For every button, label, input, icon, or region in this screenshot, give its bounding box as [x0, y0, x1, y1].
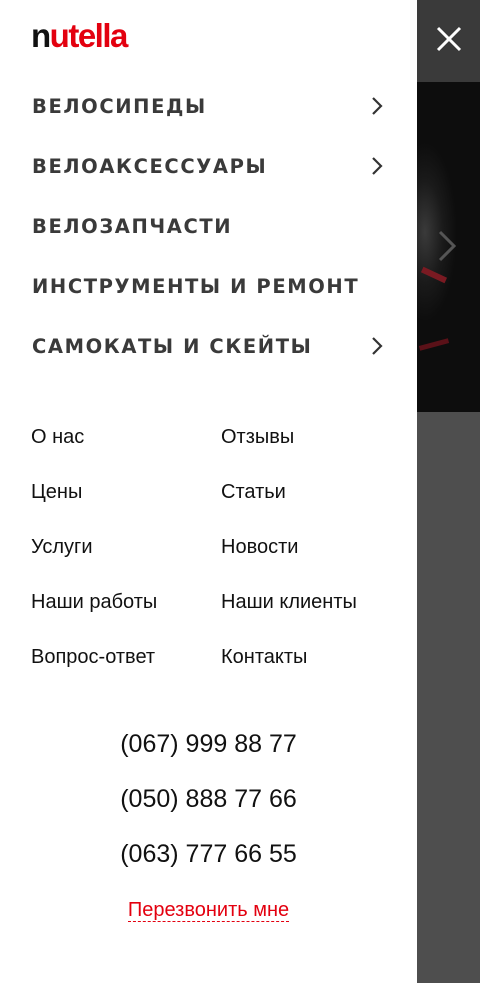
- hero-image-accent: [418, 338, 450, 351]
- phone-number[interactable]: (050) 888 77 66: [0, 784, 417, 814]
- link-faq[interactable]: Вопрос-ответ: [31, 645, 155, 669]
- link-about[interactable]: О нас: [31, 425, 84, 449]
- link-reviews[interactable]: Отзывы: [221, 425, 294, 449]
- link-contacts[interactable]: Контакты: [221, 645, 307, 669]
- category-item-bicycles[interactable]: ВЕЛОСИПЕДЫ: [32, 86, 392, 126]
- link-services[interactable]: Услуги: [31, 535, 93, 559]
- logo-text: utella: [49, 17, 129, 54]
- phone-number[interactable]: (063) 777 66 55: [0, 839, 417, 869]
- callback-link[interactable]: Перезвонить мне: [127, 899, 290, 922]
- link-news[interactable]: Новости: [221, 535, 298, 559]
- category-label: ВЕЛОАКСЕССУАРЫ: [32, 154, 268, 178]
- chevron-right-icon: [372, 157, 383, 175]
- link-prices[interactable]: Цены: [31, 480, 82, 504]
- chevron-right-icon: [372, 337, 383, 355]
- brand-logo[interactable]: nutella: [31, 17, 129, 55]
- category-label: САМОКАТЫ И СКЕЙТЫ: [32, 334, 313, 358]
- category-label: ВЕЛОЗАПЧАСТИ: [32, 214, 233, 238]
- category-item-scooters[interactable]: САМОКАТЫ И СКЕЙТЫ: [32, 326, 392, 366]
- logo-letter: n: [31, 17, 51, 54]
- category-item-parts[interactable]: ВЕЛОЗАПЧАСТИ: [32, 206, 392, 246]
- link-our-works[interactable]: Наши работы: [31, 590, 157, 614]
- slider-next-icon[interactable]: [432, 228, 462, 264]
- navigation-drawer: nutella ВЕЛОСИПЕДЫ ВЕЛОАКСЕССУАРЫ ВЕЛОЗА…: [0, 0, 417, 983]
- close-icon[interactable]: [425, 16, 473, 64]
- category-label: ВЕЛОСИПЕДЫ: [32, 94, 207, 118]
- chevron-right-icon: [372, 97, 383, 115]
- link-articles[interactable]: Статьи: [221, 480, 286, 504]
- category-item-tools[interactable]: ИНСТРУМЕНТЫ И РЕМОНТ: [32, 266, 392, 306]
- phone-number[interactable]: (067) 999 88 77: [0, 729, 417, 759]
- link-clients[interactable]: Наши клиенты: [221, 590, 357, 614]
- category-label: ИНСТРУМЕНТЫ И РЕМОНТ: [32, 274, 360, 298]
- category-item-accessories[interactable]: ВЕЛОАКСЕССУАРЫ: [32, 146, 392, 186]
- callback-link-wrapper: Перезвонить мне: [0, 898, 417, 922]
